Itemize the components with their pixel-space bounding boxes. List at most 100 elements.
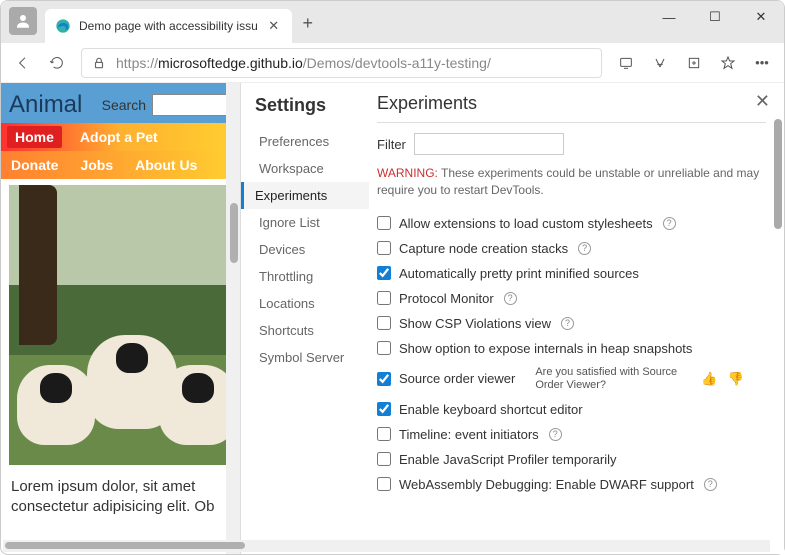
read-aloud-icon[interactable]	[650, 55, 670, 71]
experiment-label: WebAssembly Debugging: Enable DWARF supp…	[399, 477, 694, 492]
settings-item-experiments[interactable]: Experiments	[241, 182, 369, 209]
nav-adopt[interactable]: Adopt a Pet	[80, 129, 158, 145]
experiment-checkbox[interactable]	[377, 402, 391, 416]
app-mode-icon[interactable]	[616, 55, 636, 71]
feedback-prompt: Are you satisfied with Source Order View…	[535, 366, 685, 392]
experiment-label: Show option to expose internals in heap …	[399, 341, 692, 356]
favorite-icon[interactable]	[718, 55, 738, 71]
experiment-label: Timeline: event initiators	[399, 427, 539, 442]
page-scrollbar[interactable]	[226, 83, 240, 554]
new-tab-button[interactable]: +	[292, 13, 324, 34]
experiment-checkbox[interactable]	[377, 266, 391, 280]
help-icon[interactable]: ?	[504, 292, 517, 305]
experiment-checkbox[interactable]	[377, 452, 391, 466]
settings-item-devices[interactable]: Devices	[255, 236, 369, 263]
divider	[377, 122, 766, 123]
experiment-item: Automatically pretty print minified sour…	[377, 261, 766, 286]
more-icon[interactable]: •••	[752, 55, 772, 70]
collections-icon[interactable]	[684, 55, 704, 71]
help-icon[interactable]: ?	[663, 217, 676, 230]
address-bar: https://microsoftedge.github.io/Demos/de…	[1, 43, 784, 83]
settings-item-ignore-list[interactable]: Ignore List	[255, 209, 369, 236]
settings-sidebar: Settings PreferencesWorkspaceExperiments…	[241, 83, 369, 554]
close-icon[interactable]: ✕	[755, 91, 770, 112]
thumbs-up-icon[interactable]: 👍	[701, 371, 717, 387]
settings-item-throttling[interactable]: Throttling	[255, 263, 369, 290]
settings-item-workspace[interactable]: Workspace	[255, 155, 369, 182]
site-brand: Animal	[9, 91, 82, 119]
url-text: https://microsoftedge.github.io/Demos/de…	[116, 55, 491, 71]
body-text: Lorem ipsum dolor, sit amet consectetur …	[1, 471, 240, 524]
help-icon[interactable]: ?	[549, 428, 562, 441]
help-icon[interactable]: ?	[561, 317, 574, 330]
settings-item-preferences[interactable]: Preferences	[255, 128, 369, 155]
experiments-scrollbar[interactable]	[774, 119, 782, 229]
primary-nav: Home Adopt a Pet	[1, 123, 240, 151]
experiment-item: Allow extensions to load custom styleshe…	[377, 211, 766, 236]
tab-title: Demo page with accessibility issu	[79, 19, 258, 33]
experiment-item: Source order viewer Are you satisfied wit…	[377, 361, 766, 397]
filter-row: Filter	[377, 133, 766, 155]
experiment-item: Show option to expose internals in heap …	[377, 336, 766, 361]
minimize-button[interactable]: —	[646, 1, 692, 33]
experiment-label: Allow extensions to load custom styleshe…	[399, 216, 653, 231]
nav-home[interactable]: Home	[7, 126, 62, 148]
nav-donate[interactable]: Donate	[11, 157, 58, 173]
window-titlebar: Demo page with accessibility issu ✕ + — …	[1, 1, 784, 43]
help-icon[interactable]: ?	[704, 478, 717, 491]
profile-avatar[interactable]	[9, 7, 37, 35]
back-button[interactable]	[13, 55, 33, 71]
settings-item-symbol-server[interactable]: Symbol Server	[255, 344, 369, 371]
search-label: Search	[102, 97, 146, 113]
experiment-item: Enable JavaScript Profiler temporarily	[377, 447, 766, 472]
experiment-checkbox[interactable]	[377, 427, 391, 441]
experiment-label: Capture node creation stacks	[399, 241, 568, 256]
secondary-nav: Donate Jobs About Us	[1, 151, 240, 179]
experiment-label: Automatically pretty print minified sour…	[399, 266, 639, 281]
site-header: Animal Search	[1, 83, 240, 123]
experiments-pane: ✕ Experiments Filter WARNING: These expe…	[369, 83, 784, 554]
warning-text: WARNING: These experiments could be unst…	[377, 165, 766, 199]
experiment-checkbox[interactable]	[377, 216, 391, 230]
settings-item-locations[interactable]: Locations	[255, 290, 369, 317]
nav-jobs[interactable]: Jobs	[80, 157, 113, 173]
webpage-pane: Animal Search Home Adopt a Pet Donate Jo…	[1, 83, 241, 554]
experiment-checkbox[interactable]	[377, 477, 391, 491]
experiment-item: Capture node creation stacks?	[377, 236, 766, 261]
experiment-label: Enable keyboard shortcut editor	[399, 402, 583, 417]
tab-close-icon[interactable]: ✕	[266, 18, 282, 34]
url-input[interactable]: https://microsoftedge.github.io/Demos/de…	[81, 48, 602, 78]
experiment-checkbox[interactable]	[377, 341, 391, 355]
search-input[interactable]	[152, 94, 232, 116]
thumbs-down-icon[interactable]: 👎	[728, 371, 744, 387]
experiment-checkbox[interactable]	[377, 372, 391, 386]
filter-input[interactable]	[414, 133, 564, 155]
horizontal-scrollbar[interactable]	[3, 540, 770, 552]
experiment-label: Show CSP Violations view	[399, 316, 551, 331]
experiment-checkbox[interactable]	[377, 316, 391, 330]
close-button[interactable]: ✕	[738, 1, 784, 33]
experiments-title: Experiments	[377, 93, 766, 114]
refresh-button[interactable]	[47, 55, 67, 71]
experiment-item: Enable keyboard shortcut editor	[377, 397, 766, 422]
browser-tab[interactable]: Demo page with accessibility issu ✕	[45, 9, 292, 43]
settings-item-shortcuts[interactable]: Shortcuts	[255, 317, 369, 344]
experiment-item: WebAssembly Debugging: Enable DWARF supp…	[377, 472, 766, 497]
maximize-button[interactable]: ☐	[692, 1, 738, 33]
experiment-item: Protocol Monitor?	[377, 286, 766, 311]
experiment-label: Enable JavaScript Profiler temporarily	[399, 452, 616, 467]
content-area: Animal Search Home Adopt a Pet Donate Jo…	[1, 83, 784, 554]
experiment-label: Source order viewer	[399, 371, 515, 386]
experiment-checkbox[interactable]	[377, 241, 391, 255]
window-controls: — ☐ ✕	[646, 1, 784, 33]
help-icon[interactable]: ?	[578, 242, 591, 255]
experiment-item: Show CSP Violations view?	[377, 311, 766, 336]
edge-icon	[55, 18, 71, 34]
hero-image	[9, 185, 233, 465]
nav-about[interactable]: About Us	[135, 157, 197, 173]
experiment-label: Protocol Monitor	[399, 291, 494, 306]
lock-icon	[92, 56, 106, 70]
devtools-pane: Settings PreferencesWorkspaceExperiments…	[241, 83, 784, 554]
filter-label: Filter	[377, 137, 406, 152]
experiment-checkbox[interactable]	[377, 291, 391, 305]
